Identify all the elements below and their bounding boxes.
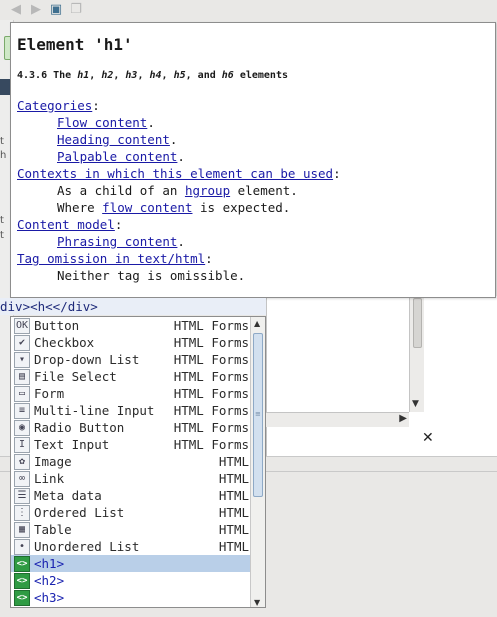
open-in-browser-icon[interactable]: ▣ (48, 2, 64, 18)
completion-item-type: HTML (218, 471, 249, 486)
completion-item-label: Button (34, 318, 80, 333)
completion-item[interactable]: <> <h1> (11, 555, 251, 572)
completion-item-label: Form (34, 386, 65, 401)
completion-item-type: HTML (218, 488, 249, 503)
unordered-list-icon: • (14, 538, 30, 555)
doc-body: Categories: Flow content. Heading conten… (17, 97, 495, 284)
completion-item-label: Radio Button (34, 420, 125, 435)
link-icon: ∞ (14, 470, 30, 487)
completion-list: OK Button HTML Forms ✔ Checkbox HTML Forms ▾ Dr… (11, 317, 251, 606)
form-icon: ▭ (14, 385, 30, 402)
flow-content-link[interactable]: flow content (102, 200, 192, 215)
completion-item-type: HTML Forms (173, 386, 249, 401)
completion-item[interactable]: ☰ Meta data HTML (11, 487, 251, 504)
code-completion-popup: OK Button HTML Forms ✔ Checkbox HTML Forms ▾ Dr… (10, 316, 266, 608)
completion-scrollbar[interactable]: ▲ ≡ ▼ (250, 317, 265, 607)
completion-item-label: <h1> (34, 556, 65, 571)
completion-item-label: <h3> (34, 590, 65, 605)
completion-item-label: Meta data (34, 488, 102, 503)
phrasing-content-link[interactable]: Phrasing content (57, 234, 177, 249)
completion-item-type: HTML (218, 522, 249, 537)
completion-item[interactable]: ✿ Image HTML (11, 453, 251, 470)
tag-icon: <> (14, 589, 30, 606)
completion-item-type: HTML Forms (173, 369, 249, 384)
completion-item-type: HTML Forms (173, 335, 249, 350)
completion-item[interactable]: <> <h3> (11, 589, 251, 606)
scroll-down-arrow-icon[interactable]: ▼ (254, 598, 260, 607)
documentation-popup: Element 'h1' 4.3.6 The h1, h2, h3, h4, h… (10, 22, 496, 298)
completion-item[interactable]: ⋮ Ordered List HTML (11, 504, 251, 521)
completion-item-type: HTML Forms (173, 437, 249, 452)
completion-item[interactable]: OK Button HTML Forms (11, 317, 251, 334)
completion-item-type: HTML Forms (173, 420, 249, 435)
completion-item-type: HTML Forms (173, 352, 249, 367)
dropdown-icon: ▾ (14, 351, 30, 368)
category-link[interactable]: Flow content (57, 115, 147, 130)
completion-item-label: Text Input (34, 437, 110, 452)
ordered-list-icon: ⋮ (14, 504, 30, 521)
completion-item-type: HTML (218, 505, 249, 520)
text-input-icon: I (14, 436, 30, 453)
ide-vertical-scrollbar[interactable]: ▼ (409, 296, 424, 412)
close-icon[interactable]: ✕ (422, 430, 434, 446)
content-model-link[interactable]: Content model (17, 217, 115, 232)
completion-item-label: Checkbox (34, 335, 95, 350)
scroll-right-arrow-icon[interactable]: ▶ (399, 413, 407, 424)
completion-item-label: Drop-down List (34, 352, 140, 367)
completion-item[interactable]: ▤ File Select HTML Forms (11, 368, 251, 385)
completion-item[interactable]: ▦ Table HTML (11, 521, 251, 538)
completion-item-label: Unordered List (34, 539, 140, 554)
copy-icon[interactable]: ❐ (68, 2, 84, 18)
tag-icon: <> (14, 572, 30, 589)
meta-data-icon: ☰ (14, 487, 30, 504)
editor-current-line[interactable]: div><h<</div> (0, 298, 266, 315)
completion-item-type: HTML (218, 454, 249, 469)
table-icon: ▦ (14, 521, 30, 538)
completion-item[interactable]: I Text Input HTML Forms (11, 436, 251, 453)
completion-item-type: HTML Forms (173, 403, 249, 418)
completion-item-type: HTML Forms (173, 318, 249, 333)
completion-item[interactable]: ▭ Form HTML Forms (11, 385, 251, 402)
completion-item[interactable]: ✔ Checkbox HTML Forms (11, 334, 251, 351)
completion-item-label: Table (34, 522, 72, 537)
section-heading: 4.3.6 The h1, h2, h3, h4, h5, and h6 ele… (17, 70, 288, 81)
completion-item[interactable]: • Unordered List HTML (11, 538, 251, 555)
grip-icon: ≡ (255, 410, 261, 418)
completion-item-label: Ordered List (34, 505, 125, 520)
tag-omission-link[interactable]: Tag omission in text/html (17, 251, 205, 266)
scrollbar-thumb[interactable] (413, 298, 422, 348)
scroll-down-arrow-icon[interactable]: ▼ (412, 399, 419, 409)
completion-item-label: Image (34, 454, 72, 469)
ide-horizontal-scrollbar[interactable]: ▶ (266, 412, 409, 427)
completion-item[interactable]: ∞ Link HTML (11, 470, 251, 487)
image-icon: ✿ (14, 453, 30, 470)
contexts-link[interactable]: Contexts in which this element can be us… (17, 166, 333, 181)
scroll-up-arrow-icon[interactable]: ▲ (254, 319, 260, 328)
tag-omission-text: Neither tag is omissible. (57, 268, 246, 283)
completion-item-type: HTML (218, 539, 249, 554)
completion-item[interactable]: ≡ Multi-line Input HTML Forms (11, 402, 251, 419)
forward-arrow-icon[interactable]: ▶ (28, 2, 44, 18)
ide-output-panel (266, 296, 497, 456)
multiline-input-icon: ≡ (14, 402, 30, 419)
completion-item-label: Multi-line Input (34, 403, 155, 418)
completion-item[interactable]: ◉ Radio Button HTML Forms (11, 419, 251, 436)
hgroup-link[interactable]: hgroup (185, 183, 230, 198)
element-title: Element 'h1' (17, 35, 133, 54)
back-arrow-icon[interactable]: ◀ (8, 2, 24, 18)
completion-item-label: Link (34, 471, 65, 486)
categories-link[interactable]: Categories (17, 98, 92, 113)
radio-button-icon: ◉ (14, 419, 30, 436)
tag-icon: <> (14, 555, 30, 572)
completion-item[interactable]: <> <h2> (11, 572, 251, 589)
completion-item[interactable]: ▾ Drop-down List HTML Forms (11, 351, 251, 368)
completion-item-label: File Select (34, 369, 117, 384)
category-link[interactable]: Palpable content (57, 149, 177, 164)
file-select-icon: ▤ (14, 368, 30, 385)
completion-item-label: <h2> (34, 573, 65, 588)
category-link[interactable]: Heading content (57, 132, 170, 147)
button-icon: OK (14, 317, 30, 334)
checkbox-icon: ✔ (14, 334, 30, 351)
doc-toolbar: ◀ ▶ ▣ ❐ (0, 0, 497, 20)
